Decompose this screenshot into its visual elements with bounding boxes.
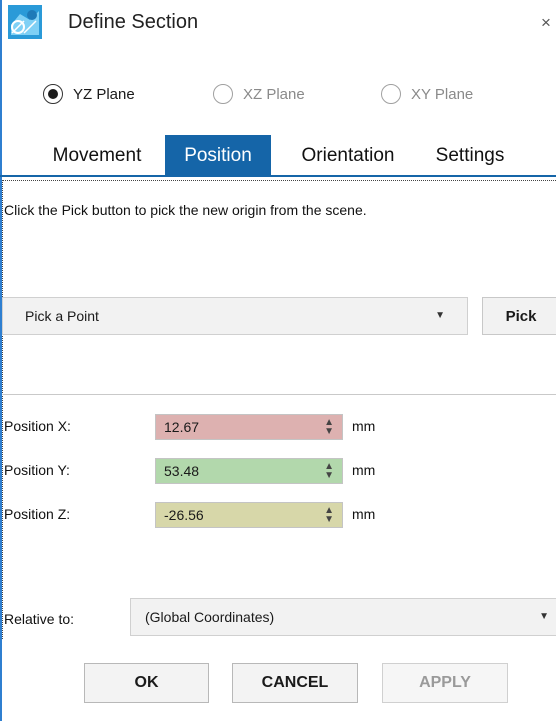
position-y-label: Position Y: — [4, 462, 70, 478]
position-z-unit: mm — [352, 506, 376, 522]
spinner-arrows-icon[interactable]: ▲ ▼ — [324, 506, 334, 525]
divider — [2, 394, 556, 395]
radio-yz-plane[interactable]: YZ Plane — [43, 84, 135, 104]
radio-indicator — [43, 84, 63, 104]
ok-button[interactable]: OK — [84, 663, 209, 703]
position-z-label: Position Z: — [4, 506, 71, 522]
position-panel — [2, 180, 556, 639]
apply-button[interactable]: APPLY — [382, 663, 508, 703]
spinner-arrows-icon[interactable]: ▲ ▼ — [324, 462, 334, 481]
position-y-value: 53.48 — [164, 463, 200, 479]
spinner-arrows-icon[interactable]: ▲ ▼ — [324, 418, 334, 437]
pick-mode-dropdown[interactable]: Pick a Point ▼ — [2, 297, 468, 335]
pick-button[interactable]: Pick — [482, 297, 556, 335]
relative-to-value: (Global Coordinates) — [145, 609, 275, 625]
position-y-unit: mm — [352, 462, 376, 478]
pick-instruction: Click the Pick button to pick the new or… — [4, 202, 367, 218]
position-x-unit: mm — [352, 418, 376, 434]
position-x-input[interactable]: 12.67 ▲ ▼ — [155, 414, 343, 440]
radio-indicator — [213, 84, 233, 104]
radio-xy-plane[interactable]: XY Plane — [381, 84, 473, 104]
position-x-value: 12.67 — [164, 419, 200, 435]
window-title: Define Section — [68, 11, 199, 33]
radio-label: XY Plane — [411, 85, 474, 103]
tab-settings[interactable]: Settings — [420, 135, 520, 176]
position-x-label: Position X: — [4, 418, 71, 434]
radio-label: XZ Plane — [243, 85, 305, 103]
tab-orientation[interactable]: Orientation — [278, 135, 418, 176]
tab-strip-underline — [0, 175, 556, 177]
position-z-value: -26.56 — [164, 507, 204, 523]
position-z-input[interactable]: -26.56 ▲ ▼ — [155, 502, 343, 528]
radio-label: YZ Plane — [73, 85, 135, 103]
pick-mode-value: Pick a Point — [25, 308, 99, 324]
tab-movement[interactable]: Movement — [35, 135, 159, 176]
radio-indicator — [381, 84, 401, 104]
relative-to-label: Relative to: — [4, 611, 75, 627]
chevron-down-icon: ▼ — [435, 310, 445, 321]
tab-position[interactable]: Position — [165, 135, 271, 176]
cancel-button[interactable]: CANCEL — [232, 663, 358, 703]
radio-xz-plane[interactable]: XZ Plane — [213, 84, 305, 104]
chevron-down-icon: ▼ — [539, 611, 549, 622]
relative-to-dropdown[interactable]: (Global Coordinates) ▼ — [130, 598, 556, 636]
close-icon[interactable]: × — [541, 13, 551, 33]
section-app-icon — [8, 5, 42, 39]
position-y-input[interactable]: 53.48 ▲ ▼ — [155, 458, 343, 484]
